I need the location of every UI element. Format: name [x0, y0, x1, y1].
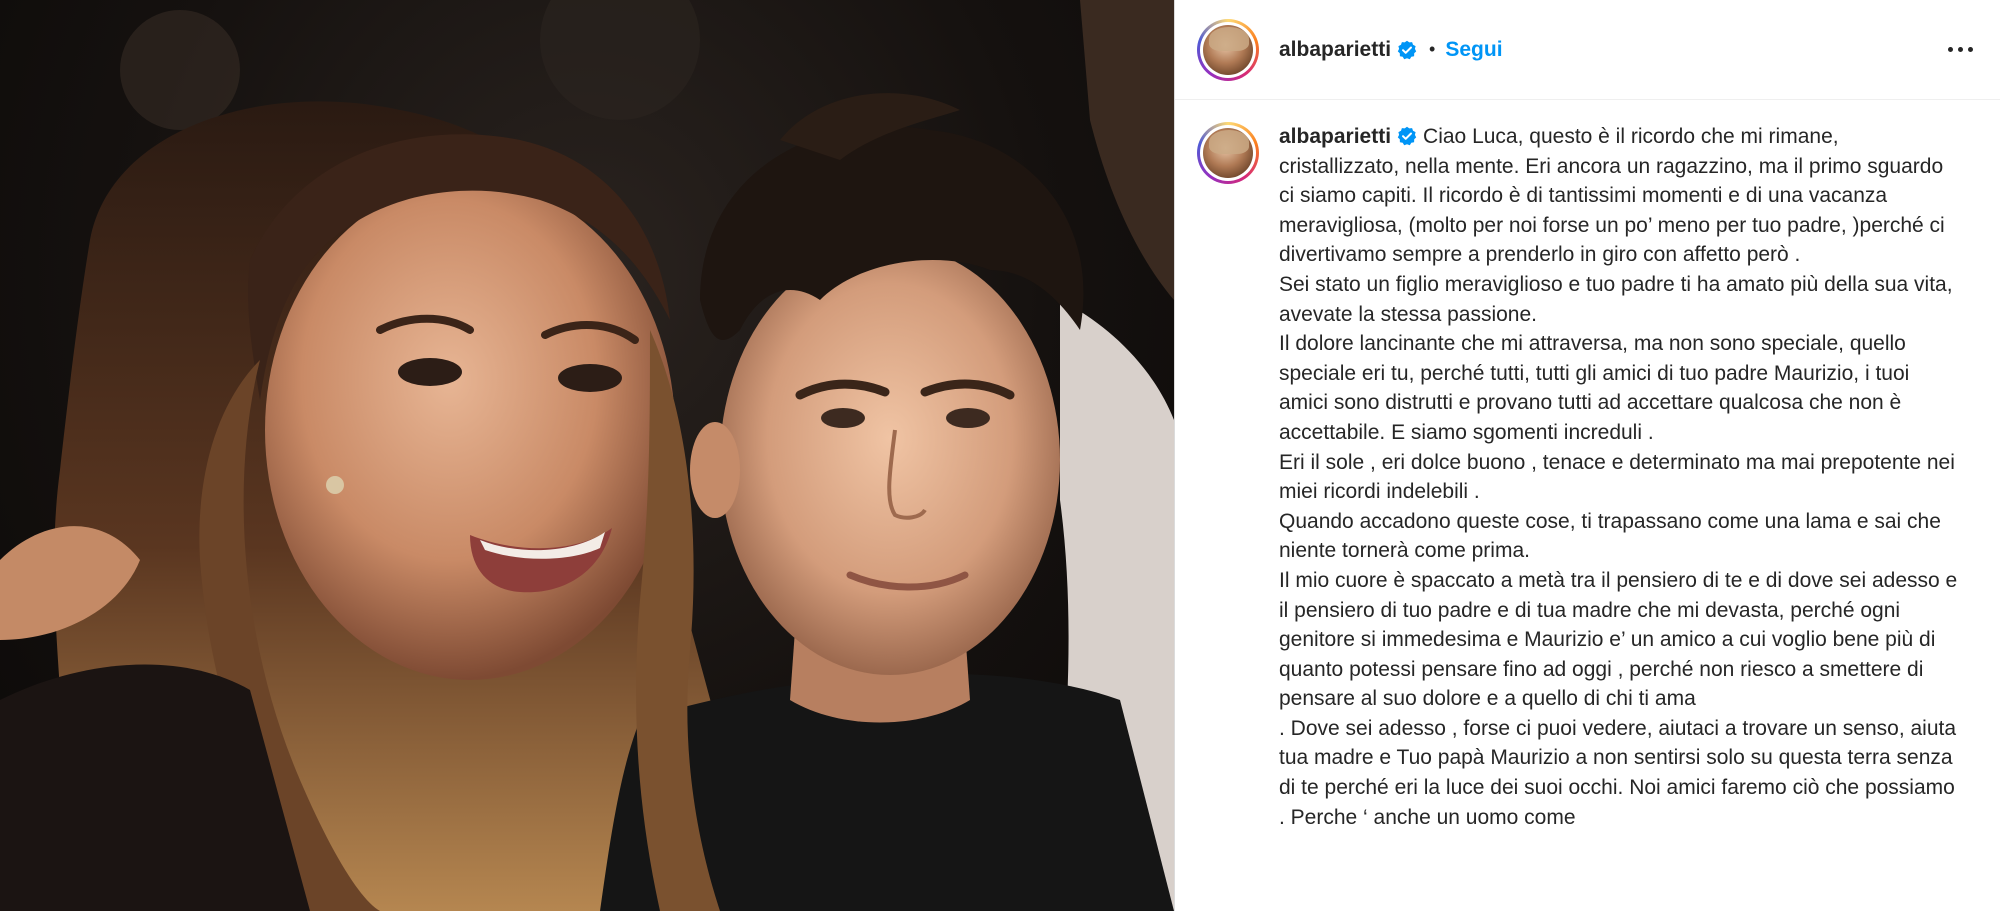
instagram-post-view: albaparietti • Segui albaparietti Ciao L… — [0, 0, 2000, 911]
caption-paragraph: . Dove sei adesso , forse ci puoi vedere… — [1279, 716, 1957, 829]
separator-dot: • — [1429, 39, 1436, 59]
avatar[interactable] — [1197, 18, 1259, 81]
verified-badge-icon — [1397, 40, 1417, 59]
caption-paragraph: Eri il sole , eri dolce buono , tenace e… — [1279, 450, 1955, 504]
caption-avatar-image — [1203, 128, 1253, 178]
avatar-image — [1203, 24, 1253, 75]
avatar-border — [1200, 21, 1256, 78]
post-header: albaparietti • Segui — [1175, 0, 2000, 100]
caption-username[interactable]: albaparietti — [1279, 125, 1391, 148]
caption-paragraph: Sei stato un figlio meraviglioso e tuo p… — [1279, 272, 1953, 326]
follow-button[interactable]: Segui — [1445, 38, 1502, 62]
caption-avatar[interactable] — [1197, 122, 1259, 184]
verified-badge-icon — [1397, 126, 1417, 146]
caption-avatar-border — [1200, 125, 1256, 181]
caption-paragraph: albaparietti Ciao Luca, questo è il rico… — [1279, 122, 1959, 270]
caption: albaparietti Ciao Luca, questo è il rico… — [1175, 100, 2000, 832]
caption-text: albaparietti Ciao Luca, questo è il rico… — [1279, 122, 1959, 832]
header-username[interactable]: albaparietti — [1279, 38, 1391, 62]
caption-paragraph: Il mio cuore è spaccato a metà tra il pe… — [1279, 568, 1958, 711]
caption-paragraph: Quando accadono queste cose, ti trapassa… — [1279, 509, 1941, 563]
photo-illustration — [0, 0, 1174, 911]
caption-paragraph: Il dolore lancinante che mi attraversa, … — [1279, 332, 1910, 444]
post-side-panel: albaparietti • Segui albaparietti Ciao L… — [1174, 0, 2000, 911]
more-options-icon[interactable] — [1942, 32, 1978, 68]
post-photo[interactable] — [0, 0, 1174, 911]
